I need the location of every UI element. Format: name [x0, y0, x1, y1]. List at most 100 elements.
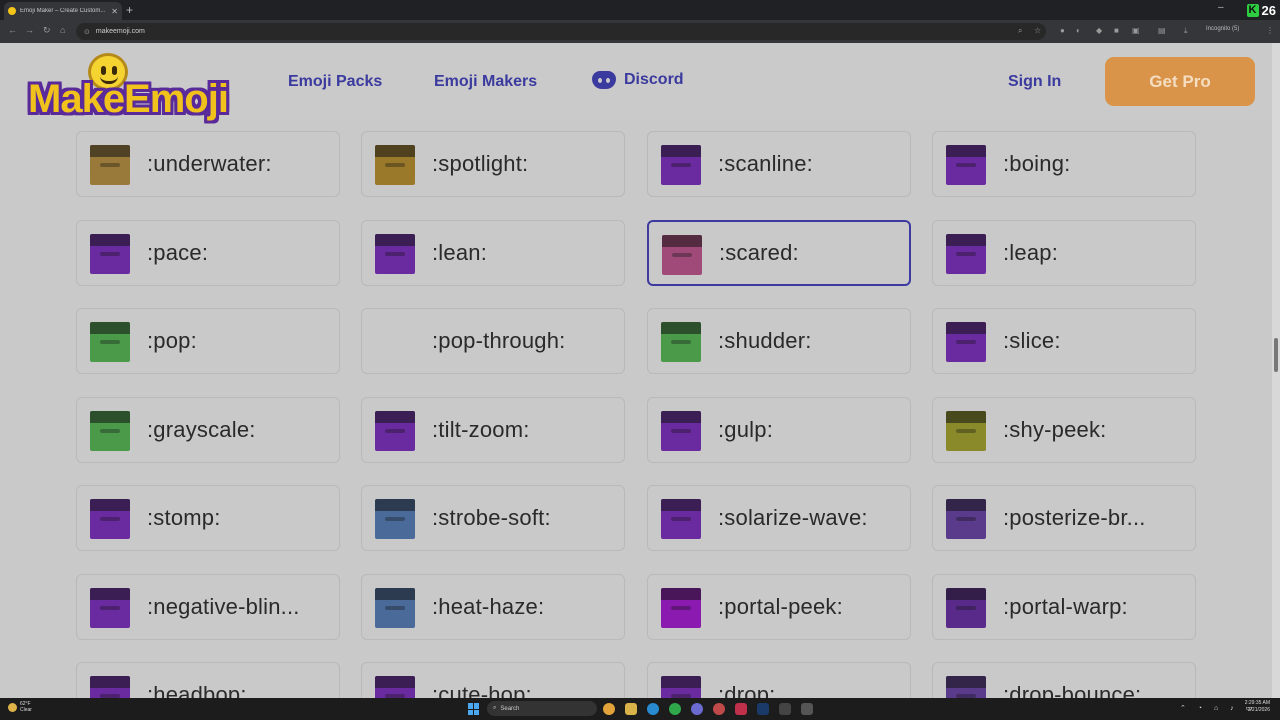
emoji-thumbnail — [375, 145, 415, 185]
emoji-card-label: :pop-through: — [432, 328, 566, 353]
emoji-card-label: :strobe-soft: — [432, 505, 551, 530]
home-icon[interactable]: ⌂ — [60, 25, 65, 35]
emoji-card[interactable]: :grayscale: — [76, 397, 340, 463]
emoji-card[interactable]: :heat-haze: — [361, 574, 625, 640]
app-icon[interactable] — [713, 703, 725, 715]
file-explorer-icon[interactable] — [625, 703, 637, 715]
nav-discord-label: Discord — [624, 71, 684, 88]
k-logo-icon: K — [1246, 3, 1259, 17]
clock[interactable]: 2:29:35 AM 3/21/2026 — [1245, 700, 1270, 714]
emoji-card[interactable]: :pop: — [76, 308, 340, 374]
url-text: makeemoji.com — [95, 28, 145, 35]
download-icon[interactable]: ⤓ — [1184, 26, 1188, 36]
emoji-card[interactable]: :pop-through: — [361, 308, 625, 374]
emoji-thumbnail — [661, 322, 701, 362]
emoji-thumbnail — [661, 145, 701, 185]
emoji-card-label: :headbop: — [147, 682, 247, 698]
extensions-puzzle-icon[interactable]: ▣ — [1132, 26, 1140, 35]
forward-icon[interactable]: → — [25, 25, 34, 35]
emoji-card-label: :underwater: — [147, 151, 272, 176]
emoji-card[interactable]: :drop-bounce: — [932, 662, 1196, 698]
clock-date: 3/21/2026 — [1247, 707, 1270, 713]
taskbar-search[interactable]: ⌕ Search — [487, 701, 597, 716]
edge-icon[interactable] — [647, 703, 659, 715]
emoji-thumbnail — [375, 588, 415, 628]
emoji-card-label: :shy-peek: — [1003, 417, 1107, 442]
adobe-app-icon[interactable] — [735, 703, 747, 715]
weather-widget[interactable]: 62°F Clear — [8, 701, 32, 713]
emoji-thumbnail — [90, 499, 130, 539]
logo-wordmark[interactable]: MakeEmoji — [28, 77, 229, 122]
emoji-card-label: :portal-warp: — [1003, 594, 1128, 619]
extension-icon[interactable]: ● — [1060, 26, 1065, 35]
emoji-card-label: :tilt-zoom: — [432, 417, 530, 442]
emoji-card-label: :stomp: — [147, 505, 221, 530]
scrollbar-thumb[interactable] — [1274, 338, 1278, 372]
emoji-card[interactable]: :shy-peek: — [932, 397, 1196, 463]
emoji-card[interactable]: :stomp: — [76, 485, 340, 551]
sign-in-link[interactable]: Sign In — [1008, 73, 1061, 91]
emoji-thumbnail — [90, 588, 130, 628]
emoji-card-label: :lean: — [432, 240, 488, 265]
emoji-grid: :underwater: :spotlight: :scanline: :boing:… — [0, 43, 1272, 698]
emoji-card[interactable]: :drop: — [647, 662, 911, 698]
emoji-card-label: :negative-blin... — [147, 594, 300, 619]
terminal-icon[interactable] — [801, 703, 813, 715]
emoji-card[interactable]: :portal-peek: — [647, 574, 911, 640]
emoji-card[interactable]: :slice: — [932, 308, 1196, 374]
emoji-card-label: :scanline: — [718, 151, 813, 176]
emoji-card-label: :pace: — [147, 240, 209, 265]
emoji-card[interactable]: :cute-hop: — [361, 662, 625, 698]
menu-icon[interactable]: ⋮ — [1266, 26, 1274, 35]
emoji-card[interactable]: :solarize-wave: — [647, 485, 911, 551]
emoji-card[interactable]: :underwater: — [76, 131, 340, 197]
nav-discord[interactable]: Discord — [592, 71, 684, 89]
extension-icon[interactable]: ■ — [1114, 26, 1119, 35]
site-info-icon[interactable]: ⊙ — [84, 28, 90, 36]
windows-start-icon[interactable] — [468, 703, 480, 715]
emoji-card[interactable]: :shudder: — [647, 308, 911, 374]
emoji-card-label: :cute-hop: — [432, 682, 532, 698]
emoji-card[interactable]: :tilt-zoom: — [361, 397, 625, 463]
emoji-card[interactable]: :gulp: — [647, 397, 911, 463]
emoji-card[interactable]: :pace: — [76, 220, 340, 286]
emoji-card[interactable]: :posterize-br... — [932, 485, 1196, 551]
emoji-card[interactable]: :portal-warp: — [932, 574, 1196, 640]
bookmark-star-icon[interactable]: ☆ — [1034, 26, 1041, 35]
zoom-icon[interactable]: ⌕ — [1018, 26, 1022, 36]
emoji-card[interactable]: :strobe-soft: — [361, 485, 625, 551]
emoji-thumbnail — [90, 676, 130, 698]
discord-icon — [592, 71, 616, 89]
split-view-icon[interactable]: ▤ — [1158, 26, 1166, 35]
emoji-card[interactable]: :boing: — [932, 131, 1196, 197]
photoshop-icon[interactable] — [757, 703, 769, 715]
address-bar[interactable]: ⊙ makeemoji.com — [76, 23, 1046, 40]
emoji-thumbnail — [946, 499, 986, 539]
close-tab-icon[interactable]: ✕ — [111, 7, 118, 16]
nav-emoji-packs[interactable]: Emoji Packs — [288, 73, 382, 91]
emoji-card[interactable]: :scared: — [647, 220, 911, 286]
back-icon[interactable]: ← — [8, 25, 17, 35]
extension-icon[interactable]: ◐ — [1076, 26, 1081, 35]
new-tab-button[interactable]: + — [126, 3, 133, 17]
chrome-icon[interactable] — [603, 703, 615, 715]
emoji-card-label: :boing: — [1003, 151, 1071, 176]
emoji-card[interactable]: :leap: — [932, 220, 1196, 286]
extension-icon[interactable]: ◆ — [1096, 26, 1102, 35]
browser-tab[interactable]: Emoji Maker – Create Custom... ✕ — [4, 2, 122, 20]
emoji-card[interactable]: :lean: — [361, 220, 625, 286]
spotify-icon[interactable] — [669, 703, 681, 715]
minimize-button[interactable]: – — [1218, 2, 1224, 13]
emoji-card[interactable]: :scanline: — [647, 131, 911, 197]
app-icon[interactable] — [779, 703, 791, 715]
reload-icon[interactable]: ↻ — [43, 25, 51, 36]
get-pro-button[interactable]: Get Pro — [1105, 57, 1255, 106]
emoji-thumbnail — [946, 145, 986, 185]
emoji-card[interactable]: :spotlight: — [361, 131, 625, 197]
discord-app-icon[interactable] — [691, 703, 703, 715]
emoji-card[interactable]: :negative-blin... — [76, 574, 340, 640]
emoji-thumbnail — [946, 411, 986, 451]
nav-emoji-makers[interactable]: Emoji Makers — [434, 73, 537, 91]
emoji-card[interactable]: :headbop: — [76, 662, 340, 698]
incognito-indicator[interactable]: Incognito (5) — [1206, 26, 1239, 32]
